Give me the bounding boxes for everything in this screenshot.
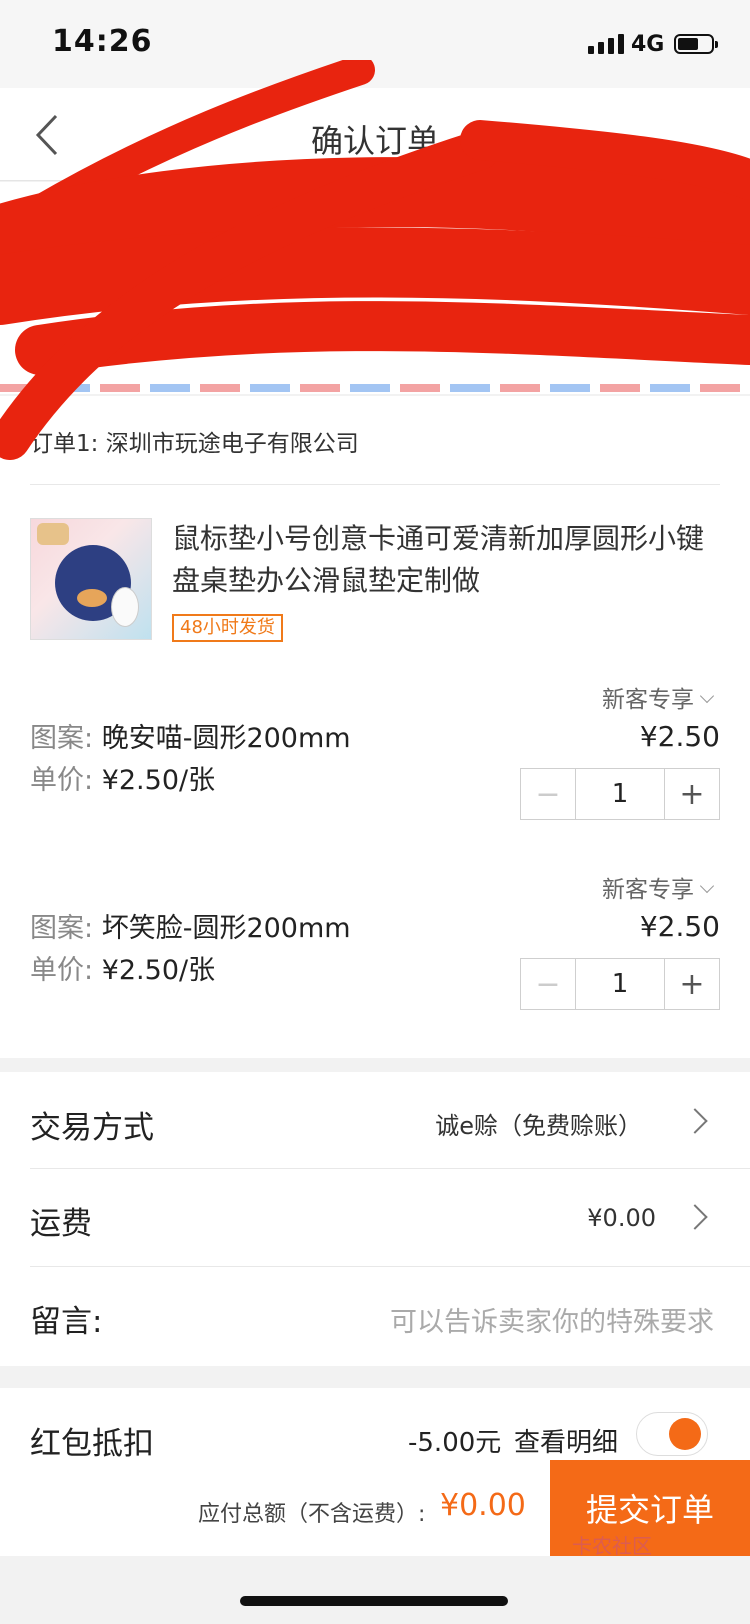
message-label: 留言:: [30, 1304, 103, 1340]
message-input[interactable]: 可以告诉卖家你的特殊要求: [300, 1300, 714, 1339]
quantity-value[interactable]: 1: [576, 959, 664, 1009]
redpacket-toggle[interactable]: [636, 1412, 708, 1456]
trade-method-label: 交易方式: [30, 1110, 154, 1146]
plus-button[interactable]: +: [664, 959, 719, 1009]
redpacket-label: 红包抵扣: [30, 1426, 154, 1462]
total-amount: ¥0.00: [440, 1488, 526, 1523]
watermark: 卡农社区: [572, 1534, 652, 1558]
spec-value: 晚安喵-圆形200mm: [101, 723, 351, 754]
quantity-stepper: − 1 +: [520, 958, 720, 1010]
product-image[interactable]: [30, 518, 152, 640]
item-spec: 图案: 晚安喵-圆形200mm: [30, 716, 351, 755]
unit-value: ¥2.50/张: [101, 765, 216, 796]
chevron-down-icon: [699, 878, 715, 894]
unit-value: ¥2.50/张: [101, 955, 216, 986]
divider: [30, 484, 720, 485]
shipping-fee-value[interactable]: ¥0.00: [520, 1204, 656, 1232]
plus-button[interactable]: +: [664, 769, 719, 819]
quantity-stepper: − 1 +: [520, 768, 720, 820]
total-label: 应付总额（不含运费）:: [198, 1502, 426, 1527]
promo-label: 新客专享: [602, 877, 694, 903]
item-price: ¥2.50: [639, 720, 720, 753]
spec-key: 图案:: [30, 723, 94, 754]
divider: [30, 1168, 750, 1169]
minus-button[interactable]: −: [521, 769, 576, 819]
address-section[interactable]: [0, 182, 750, 394]
promo-label: 新客专享: [602, 687, 694, 713]
divider: [30, 1266, 750, 1267]
quantity-value[interactable]: 1: [576, 769, 664, 819]
status-time: 14:26: [52, 24, 153, 59]
battery-icon: [674, 34, 718, 54]
promo-dropdown[interactable]: 新客专享: [602, 870, 715, 904]
network-type: 4G: [631, 32, 665, 57]
product-title[interactable]: 鼠标垫小号创意卡通可爱清新加厚圆形小键盘桌垫办公滑鼠垫定制做: [172, 518, 720, 602]
chevron-down-icon: [699, 688, 715, 704]
unit-key: 单价:: [30, 765, 94, 796]
address-border: [0, 384, 750, 392]
item-spec: 图案: 坏笑脸-圆形200mm: [30, 906, 351, 945]
home-indicator[interactable]: [240, 1596, 508, 1606]
shipping-badge: 48小时发货: [172, 614, 283, 642]
item-unit-price: 单价: ¥2.50/张: [30, 758, 215, 797]
spec-value: 坏笑脸-圆形200mm: [101, 913, 351, 944]
promo-dropdown[interactable]: 新客专享: [602, 680, 715, 714]
shop-name[interactable]: 订单1: 深圳市玩途电子有限公司: [30, 424, 359, 458]
shipping-fee-label: 运费: [30, 1206, 92, 1242]
signal-icon: [588, 32, 624, 54]
minus-button[interactable]: −: [521, 959, 576, 1009]
redpacket-value: -5.00元: [408, 1428, 502, 1458]
unit-key: 单价:: [30, 955, 94, 986]
trade-method-value[interactable]: 诚e赊（免费赊账）: [380, 1106, 642, 1141]
page-title: 确认订单: [310, 122, 439, 160]
item-unit-price: 单价: ¥2.50/张: [30, 948, 215, 987]
view-detail-link[interactable]: 查看明细: [514, 1422, 618, 1459]
spec-key: 图案:: [30, 913, 94, 944]
item-price: ¥2.50: [639, 910, 720, 943]
